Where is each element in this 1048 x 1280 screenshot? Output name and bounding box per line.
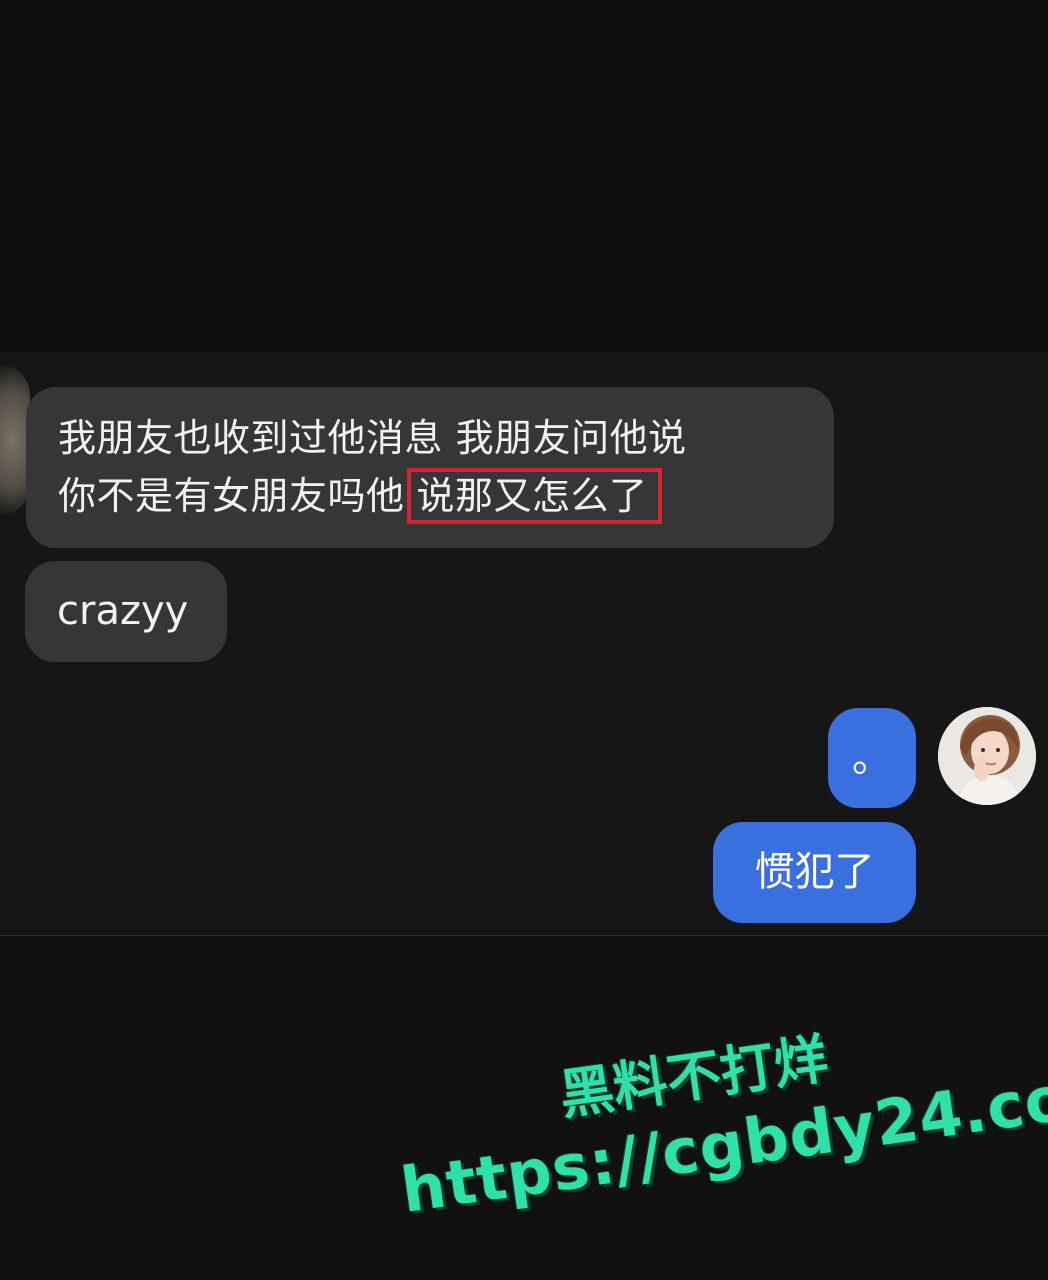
screenshot: 我朋友也收到过他消息 我朋友问他说 你不是有女朋友吗他 说那又怎么了 crazyy… xyxy=(0,0,1048,1280)
message-bubble-outgoing[interactable]: 惯犯了 xyxy=(713,822,916,923)
message-bubble-incoming[interactable]: 我朋友也收到过他消息 我朋友问他说 你不是有女朋友吗他 说那又怎么了 xyxy=(26,387,834,548)
avatar-photo-icon xyxy=(938,707,1036,805)
message-text-line: 我朋友也收到过他消息 我朋友问他说 xyxy=(58,416,687,460)
dark-header-area xyxy=(0,0,1048,352)
highlight-box: 说那又怎么了 xyxy=(406,468,662,524)
user-avatar[interactable] xyxy=(938,707,1036,805)
message-text-line: 你不是有女朋友吗他 说那又怎么了 xyxy=(58,467,802,525)
message-text-segment: 你不是有女朋友吗他 xyxy=(58,474,405,518)
message-bubble-incoming[interactable]: crazyy xyxy=(25,561,227,662)
message-bubble-outgoing[interactable]: 。 xyxy=(828,708,916,808)
